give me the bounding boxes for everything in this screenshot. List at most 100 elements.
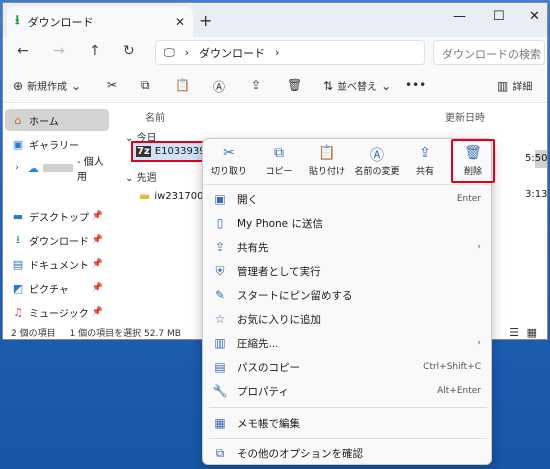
- rename-button[interactable]: Ⓐ: [213, 78, 225, 95]
- chevron-down-icon: ⌄: [71, 78, 82, 93]
- minimize-button[interactable]: —: [453, 9, 466, 24]
- cut-button[interactable]: ✂: [107, 78, 117, 92]
- menu-item-open[interactable]: ▣ 開く Enter: [203, 187, 491, 211]
- close-tab-icon[interactable]: ✕: [175, 15, 185, 29]
- menu-item-properties[interactable]: 🔧 プロパティ Alt+Enter: [203, 379, 491, 403]
- copy-button[interactable]: ⧉: [141, 78, 150, 93]
- details-icon: ▥: [497, 78, 509, 93]
- action-label: 切り取り: [210, 167, 247, 177]
- path-box[interactable]: 🖵 › ダウンロード ›: [155, 40, 425, 65]
- cut-action[interactable]: ✂ 切り取り: [203, 145, 255, 177]
- new-button[interactable]: ⊕ 新規作成 ⌄: [13, 78, 82, 94]
- wrench-icon: 🔧: [212, 384, 228, 398]
- tiles-view-icon[interactable]: ▦: [527, 326, 537, 339]
- share-button[interactable]: ⇪: [251, 78, 261, 92]
- rename-action[interactable]: Ⓐ 名前の変更: [351, 145, 403, 177]
- sort-button[interactable]: ⇅ 並べ替え ⌄: [323, 78, 391, 94]
- column-header-name[interactable]: 名前: [145, 109, 165, 124]
- menu-item-label: 共有先: [237, 241, 269, 254]
- details-view-icon[interactable]: ☰: [509, 326, 519, 339]
- sidebar-item-pictures[interactable]: ◩ ピクチャ 📌: [5, 277, 109, 299]
- sidebar-item-label: - 個人用: [76, 157, 104, 183]
- title-bar: ⭳ ダウンロード ✕ + — ☐ ✕: [3, 3, 547, 37]
- menu-item-compress[interactable]: ▥ 圧縮先... ›: [203, 331, 491, 355]
- onedrive-icon: ☁: [27, 161, 39, 175]
- menu-item-copy-path[interactable]: ▤ パスのコピー Ctrl+Shift+C: [203, 355, 491, 379]
- file-time: 5:50: [525, 153, 548, 164]
- back-button[interactable]: ←: [17, 43, 29, 59]
- new-tab-button[interactable]: +: [199, 11, 212, 30]
- selection-info: 1 個の項目を選択 52.7 MB: [69, 328, 181, 339]
- pin-icon: 📌: [91, 307, 103, 317]
- paste-button[interactable]: 📋: [175, 78, 190, 92]
- chevron-right-icon: ›: [477, 242, 481, 252]
- copy-icon: ⧉: [274, 145, 284, 161]
- shield-icon: ⛨: [215, 263, 225, 278]
- menu-item-notepad[interactable]: ▦ メモ帳で編集: [203, 411, 491, 435]
- copy-path-icon: ▤: [214, 360, 226, 374]
- quick-actions: ✂ 切り取り ⧉ コピー 📋 貼り付け Ⓐ 名前の変更 ⇪ 共有 🗑 削除: [203, 139, 491, 185]
- document-icon: ▤: [12, 257, 24, 271]
- maximize-button[interactable]: ☐: [493, 9, 505, 24]
- breadcrumb[interactable]: ダウンロード: [199, 45, 265, 61]
- sidebar-item-home[interactable]: ⌂ ホーム: [5, 109, 109, 131]
- pin-icon: 📌: [91, 235, 103, 245]
- menu-separator: [209, 407, 487, 408]
- download-icon: ⭳: [15, 13, 20, 28]
- address-bar: ← → ↑ ↻ 🖵 › ダウンロード › ダウンロードの検索: [3, 37, 547, 69]
- sidebar-item-label: ホーム: [29, 116, 59, 128]
- refresh-button[interactable]: ↻: [123, 43, 135, 59]
- sidebar-item-documents[interactable]: ▤ ドキュメント 📌: [5, 253, 109, 275]
- search-input[interactable]: ダウンロードの検索: [433, 40, 545, 65]
- group-header-lastweek[interactable]: ⌄ 先週: [125, 169, 157, 184]
- menu-item-send-phone[interactable]: ▯ My Phone に送信: [203, 211, 491, 235]
- music-icon: ♫: [13, 305, 23, 319]
- menu-item-pin-start[interactable]: ✎ スタートにピン留めする: [203, 283, 491, 307]
- sidebar-item-desktop[interactable]: ▬ デスクトップ 📌: [5, 205, 109, 227]
- download-icon: ⭳: [16, 232, 20, 246]
- paste-action[interactable]: 📋 貼り付け: [301, 145, 353, 177]
- sidebar-item-label: ドキュメント: [29, 260, 89, 272]
- menu-item-favorite[interactable]: ☆ お気に入りに追加: [203, 307, 491, 331]
- sidebar-item-label: ミュージック: [29, 308, 89, 320]
- sort-label: 並べ替え: [337, 82, 378, 93]
- close-window-button[interactable]: ✕: [529, 9, 540, 24]
- copy-action[interactable]: ⧉ コピー: [253, 145, 305, 177]
- menu-item-share-to[interactable]: ⇪ 共有先 ›: [203, 235, 491, 259]
- share-action[interactable]: ⇪ 共有: [399, 145, 451, 177]
- paste-icon: 📋: [318, 145, 336, 161]
- item-count: 2 個の項目: [11, 328, 56, 339]
- sidebar-item-downloads[interactable]: ⭳ ダウンロード 📌: [5, 229, 109, 251]
- menu-item-label: その他のオプションを確認: [237, 447, 363, 460]
- sort-icon: ⇅: [323, 78, 334, 93]
- delete-highlight-frame: [451, 139, 495, 183]
- menu-item-label: お気に入りに追加: [237, 313, 321, 326]
- pin-icon: 📌: [91, 283, 103, 293]
- up-button[interactable]: ↑: [89, 43, 101, 59]
- selected-file[interactable]: 7z E1033939: [131, 141, 206, 162]
- chevron-right-icon: ›: [477, 338, 481, 348]
- column-header-date[interactable]: 更新日時: [445, 109, 485, 124]
- sidebar-item-onedrive[interactable]: › ☁ - 個人用: [5, 157, 109, 183]
- tab-title: ダウンロード: [27, 16, 94, 29]
- forward-button[interactable]: →: [53, 43, 65, 59]
- details-button[interactable]: ▥ 詳細: [497, 78, 532, 94]
- more-button[interactable]: •••: [405, 78, 426, 92]
- sidebar-item-gallery[interactable]: ▣ ギャラリー: [5, 133, 109, 155]
- menu-item-run-admin[interactable]: ⛨ 管理者として実行: [203, 259, 491, 283]
- sidebar-item-label: ギャラリー: [29, 140, 79, 152]
- delete-button[interactable]: 🗑: [287, 78, 302, 92]
- pin-icon: 📌: [91, 259, 103, 269]
- sidebar-item-label: ダウンロード: [29, 236, 89, 248]
- tab-downloads[interactable]: ⭳ ダウンロード ✕: [7, 7, 193, 37]
- home-icon: ⌂: [14, 113, 22, 127]
- menu-item-more-options[interactable]: ⧉ その他のオプションを確認: [203, 441, 491, 465]
- share-icon: ⇪: [214, 240, 226, 254]
- menu-item-label: スタートにピン留めする: [237, 289, 353, 302]
- navigation-pane: ⌂ ホーム ▣ ギャラリー › ☁ - 個人用 ▬ デスクトップ 📌 ⭳ ダウン…: [3, 103, 113, 323]
- menu-item-label: 圧縮先...: [237, 337, 279, 350]
- chevron-right-icon: ›: [184, 46, 190, 59]
- file-time: 3:13: [525, 189, 548, 200]
- sidebar-item-music[interactable]: ♫ ミュージック 📌: [5, 301, 109, 323]
- group-label: 先週: [136, 173, 157, 184]
